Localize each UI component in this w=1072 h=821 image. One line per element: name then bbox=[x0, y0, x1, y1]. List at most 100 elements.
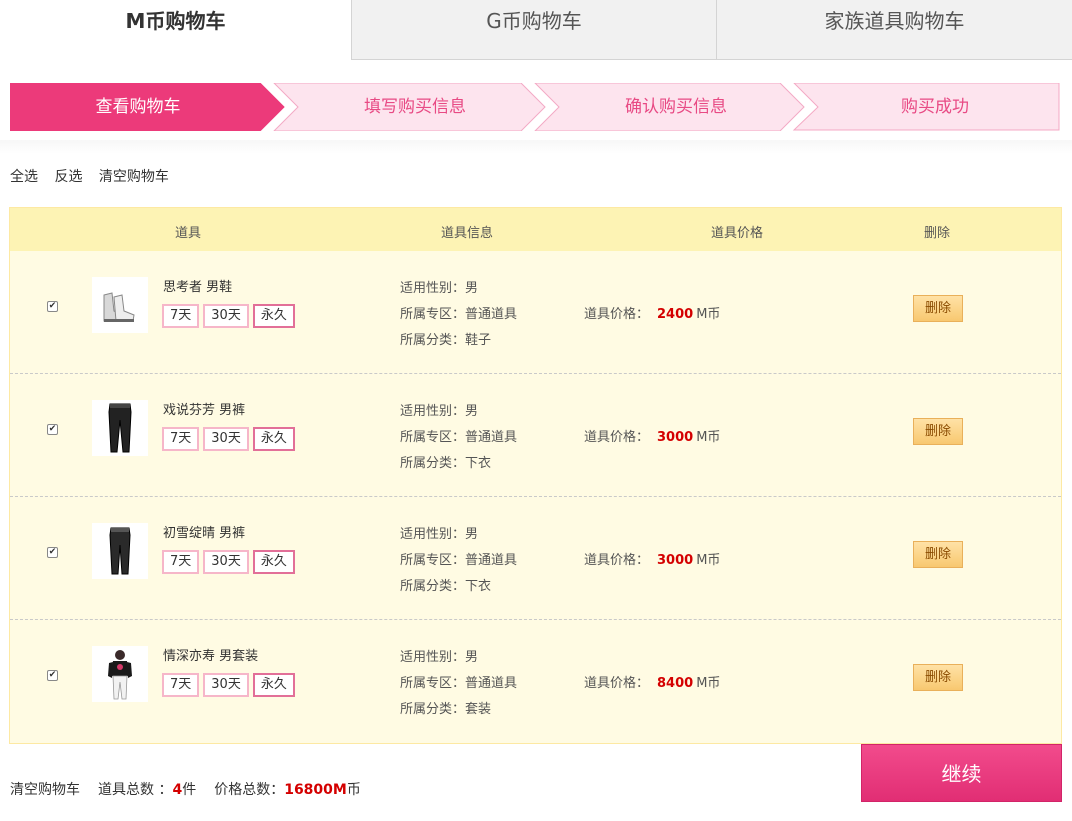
footer-clear-cart-link[interactable]: 清空购物车 bbox=[10, 782, 80, 798]
item-count-label: 道具总数 ： bbox=[98, 782, 173, 798]
duration-options: 7天 30天 永久 bbox=[162, 673, 299, 697]
step-fill-info: 填写购买信息 bbox=[364, 97, 466, 117]
header-price: 道具价格 bbox=[711, 226, 764, 241]
zone-label: 所属专区： bbox=[400, 676, 466, 691]
row-checkbox[interactable]: ✔ bbox=[47, 424, 58, 435]
item-count-unit: 件 bbox=[182, 782, 197, 798]
price-currency: M币 bbox=[696, 307, 721, 322]
row-checkbox[interactable]: ✔ bbox=[47, 547, 58, 558]
zone-value: 普通道具 bbox=[465, 307, 518, 322]
delete-button[interactable]: 删除 bbox=[913, 418, 963, 445]
duration-7d[interactable]: 7天 bbox=[162, 427, 200, 451]
duration-options: 7天 30天 永久 bbox=[162, 427, 299, 451]
zone-value: 普通道具 bbox=[465, 676, 518, 691]
item-price: 道具价格： 2400 M币 bbox=[584, 303, 720, 322]
duration-30d[interactable]: 30天 bbox=[203, 550, 249, 574]
clear-cart-link[interactable]: 清空购物车 bbox=[99, 169, 169, 185]
gender-label: 适用性别： bbox=[400, 281, 466, 296]
duration-options: 7天 30天 永久 bbox=[162, 304, 299, 328]
gender-value: 男 bbox=[465, 404, 479, 419]
item-name: 初雪绽晴 男裤 bbox=[163, 526, 246, 541]
duration-30d[interactable]: 30天 bbox=[203, 427, 249, 451]
total-price-label: 价格总数： bbox=[214, 782, 285, 798]
zone-value: 普通道具 bbox=[465, 430, 518, 445]
duration-options: 7天 30天 永久 bbox=[162, 550, 299, 574]
checkout-steps: 查看购物车 填写购买信息 确认购买信息 购买成功 bbox=[10, 83, 1060, 131]
delete-button[interactable]: 删除 bbox=[913, 541, 963, 568]
pants-icon bbox=[92, 400, 148, 456]
category-label: 所属分类： bbox=[400, 456, 466, 471]
duration-permanent[interactable]: 永久 bbox=[252, 550, 295, 574]
item-name: 情深亦寿 男套装 bbox=[163, 649, 259, 664]
continue-button[interactable]: 继续 bbox=[861, 744, 1062, 802]
tab-family-item-cart[interactable]: 家族道具购物车 bbox=[716, 0, 1072, 60]
item-info: 适用性别：男 所属专区：普通道具 所属分类：套装 bbox=[400, 645, 517, 723]
total-price-value: 16800M bbox=[284, 782, 347, 798]
divider bbox=[0, 140, 1072, 154]
gender-label: 适用性别： bbox=[400, 650, 466, 665]
duration-7d[interactable]: 7天 bbox=[162, 673, 200, 697]
header-item: 道具 bbox=[175, 226, 202, 241]
delete-button[interactable]: 删除 bbox=[913, 295, 963, 322]
price-currency: M币 bbox=[696, 430, 721, 445]
item-price: 道具价格： 3000 M币 bbox=[584, 549, 720, 568]
price-currency: M币 bbox=[696, 676, 721, 691]
category-value: 下衣 bbox=[465, 579, 492, 594]
duration-7d[interactable]: 7天 bbox=[162, 550, 200, 574]
item-count-value: 4 bbox=[172, 782, 183, 798]
invert-selection-link[interactable]: 反选 bbox=[54, 169, 82, 185]
table-row: ✔ 初雪绽晴 男裤 7天 30天 永久 适用性别：男 所属专区：普通道具 所属分类：… bbox=[10, 497, 1061, 620]
table-header: 道具 道具信息 道具价格 删除 bbox=[10, 208, 1061, 251]
tab-g-coin-cart[interactable]: G币购物车 bbox=[351, 0, 716, 60]
item-name: 思考者 男鞋 bbox=[163, 280, 233, 295]
select-all-link[interactable]: 全选 bbox=[10, 169, 38, 185]
delete-button[interactable]: 删除 bbox=[913, 664, 963, 691]
header-delete: 删除 bbox=[924, 226, 951, 241]
gender-label: 适用性别： bbox=[400, 527, 466, 542]
gender-value: 男 bbox=[465, 527, 479, 542]
item-info: 适用性别：男 所属专区：普通道具 所属分类：下衣 bbox=[400, 399, 517, 477]
price-currency: M币 bbox=[696, 553, 721, 568]
tab-m-coin-cart[interactable]: M币购物车 bbox=[0, 0, 351, 60]
duration-permanent[interactable]: 永久 bbox=[252, 673, 295, 697]
step-confirm-info: 确认购买信息 bbox=[625, 97, 727, 117]
price-value: 8400 bbox=[657, 676, 694, 691]
row-checkbox[interactable]: ✔ bbox=[47, 301, 58, 312]
cart-table: 道具 道具信息 道具价格 删除 ✔ 思考者 男鞋 7天 30天 永久 适用性别：男 … bbox=[9, 207, 1062, 744]
gender-value: 男 bbox=[465, 650, 479, 665]
category-value: 鞋子 bbox=[465, 333, 492, 348]
category-label: 所属分类： bbox=[400, 579, 466, 594]
total-price-unit: 币 bbox=[346, 782, 361, 798]
price-value: 3000 bbox=[657, 430, 694, 445]
price-value: 2400 bbox=[657, 307, 694, 322]
shoes-icon bbox=[92, 277, 148, 333]
step-success: 购买成功 bbox=[901, 97, 969, 117]
table-row: ✔ 思考者 男鞋 7天 30天 永久 适用性别：男 所属专区：普通道具 所属分类：鞋… bbox=[10, 251, 1061, 374]
category-label: 所属分类： bbox=[400, 702, 466, 717]
price-label: 道具价格： bbox=[584, 553, 650, 568]
price-value: 3000 bbox=[657, 553, 694, 568]
price-label: 道具价格： bbox=[584, 676, 650, 691]
duration-30d[interactable]: 30天 bbox=[203, 304, 249, 328]
header-info: 道具信息 bbox=[441, 226, 494, 241]
zone-label: 所属专区： bbox=[400, 430, 466, 445]
duration-7d[interactable]: 7天 bbox=[162, 304, 200, 328]
price-label: 道具价格： bbox=[584, 307, 650, 322]
step-view-cart: 查看购物车 bbox=[95, 97, 181, 117]
item-price: 道具价格： 8400 M币 bbox=[584, 672, 720, 691]
category-label: 所属分类： bbox=[400, 333, 466, 348]
zone-value: 普通道具 bbox=[465, 553, 518, 568]
category-value: 套装 bbox=[465, 702, 492, 717]
duration-permanent[interactable]: 永久 bbox=[252, 304, 295, 328]
duration-permanent[interactable]: 永久 bbox=[252, 427, 295, 451]
price-label: 道具价格： bbox=[584, 430, 650, 445]
item-info: 适用性别：男 所属专区：普通道具 所属分类：下衣 bbox=[400, 522, 517, 600]
item-price: 道具价格： 3000 M币 bbox=[584, 426, 720, 445]
item-info: 适用性别：男 所属专区：普通道具 所属分类：鞋子 bbox=[400, 276, 517, 354]
cart-tabs: M币购物车 G币购物车 家族道具购物车 bbox=[0, 0, 1072, 60]
zone-label: 所属专区： bbox=[400, 553, 466, 568]
row-checkbox[interactable]: ✔ bbox=[47, 670, 58, 681]
table-row: ✔ 情深亦寿 男套装 7天 30天 永久 适用性别：男 所属专区：普通道具 所属分类… bbox=[10, 620, 1061, 743]
duration-30d[interactable]: 30天 bbox=[203, 673, 249, 697]
category-value: 下衣 bbox=[465, 456, 492, 471]
